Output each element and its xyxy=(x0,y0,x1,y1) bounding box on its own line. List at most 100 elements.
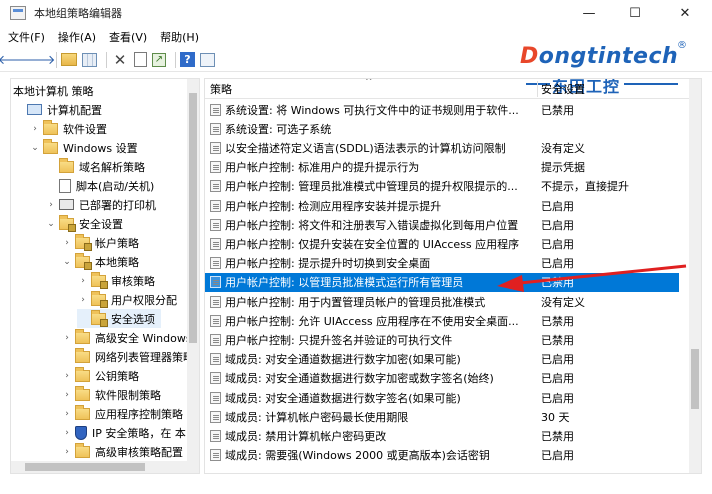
help-icon[interactable]: ? xyxy=(180,52,195,67)
policy-name: 域成员: 对安全通道数据进行数字加密(如果可能) xyxy=(225,353,461,367)
policy-setting: 已禁用 xyxy=(541,103,574,117)
list-vertical-scrollbar[interactable] xyxy=(689,79,701,473)
tree-item[interactable]: › IP 安全策略，在 本 xyxy=(61,423,186,442)
chevron-down-icon[interactable]: ⌄ xyxy=(29,143,41,153)
chevron-right-icon[interactable]: › xyxy=(61,447,73,457)
policy-row[interactable]: 域成员: 计算机帐户密码最长使用期限 30 天 xyxy=(205,407,679,426)
chevron-down-icon[interactable]: ⌄ xyxy=(45,219,57,229)
chevron-right-icon[interactable]: › xyxy=(61,333,73,343)
column-header-policy[interactable]: 策略 xyxy=(210,81,232,97)
tree-item-label: 审核策略 xyxy=(111,274,155,288)
tree-scroll-thumb[interactable] xyxy=(189,93,197,343)
view-icon[interactable] xyxy=(200,52,215,67)
tree-item[interactable]: › 用户权限分配 xyxy=(77,290,177,309)
list-scroll-thumb[interactable] xyxy=(691,349,699,409)
toolbar-separator xyxy=(56,51,57,68)
policy-row[interactable]: 系统设置: 将 Windows 可执行文件中的证书规则用于软件... 已禁用 xyxy=(205,100,679,119)
export-list-icon[interactable]: ↗ xyxy=(152,52,166,67)
tree-item-label: 高级安全 Windows xyxy=(95,331,192,345)
chevron-right-icon[interactable]: › xyxy=(61,428,73,438)
delete-icon[interactable]: ✕ xyxy=(111,51,129,69)
chevron-right-icon[interactable]: › xyxy=(61,390,73,400)
policy-setting: 已启用 xyxy=(541,237,574,251)
chevron-right-icon[interactable]: › xyxy=(77,276,89,286)
tree-horizontal-scrollbar[interactable] xyxy=(11,461,199,473)
chevron-right-icon[interactable]: › xyxy=(61,409,73,419)
up-folder-icon[interactable] xyxy=(61,53,77,66)
forward-arrow-icon[interactable]: 🡒 xyxy=(21,51,56,69)
policy-row-selected[interactable]: 用户帐户控制: 以管理员批准模式运行所有管理员 已禁用 xyxy=(205,272,679,292)
console-tree: 本地计算机 策略 计算机配置 › 软件设置 ⌄ Windows 设置 域名解析策略 脚本(启动… xyxy=(10,78,200,474)
tree-item-label: 公钥策略 xyxy=(95,369,139,383)
menu-view[interactable]: 查看(V) xyxy=(109,29,147,45)
menu-help[interactable]: 帮助(H) xyxy=(160,29,199,45)
policy-name: 用户帐户控制: 以管理员批准模式运行所有管理员 xyxy=(225,276,464,290)
chevron-right-icon[interactable]: › xyxy=(77,295,89,305)
policy-setting: 已启用 xyxy=(541,353,574,367)
maximize-button[interactable]: ☐ xyxy=(612,0,658,26)
policy-row[interactable]: 系统设置: 可选子系统 xyxy=(205,119,679,138)
policy-name: 域成员: 对安全通道数据进行数字签名(如果可能) xyxy=(225,391,461,405)
tree-item[interactable]: › 公钥策略 xyxy=(61,366,139,385)
tree-item[interactable]: › 高级审核策略配置 xyxy=(61,442,183,461)
chevron-right-icon[interactable]: › xyxy=(61,371,73,381)
tree-item[interactable]: 安全选项 xyxy=(77,309,161,328)
policy-row[interactable]: 以安全描述符定义语言(SDDL)语法表示的计算机访问限制 没有定义 xyxy=(205,138,679,157)
policy-row[interactable]: 域成员: 对安全通道数据进行数字加密(如果可能) 已启用 xyxy=(205,350,679,369)
chevron-right-icon[interactable]: › xyxy=(29,124,41,134)
policy-name: 用户帐户控制: 只提升签名并验证的可执行文件 xyxy=(225,333,453,347)
policy-row[interactable]: 用户帐户控制: 仅提升安装在安全位置的 UIAccess 应用程序 已启用 xyxy=(205,234,679,253)
properties-icon[interactable] xyxy=(134,52,147,67)
tree-item[interactable]: › 软件设置 xyxy=(29,119,107,138)
tree-item[interactable]: 网络列表管理器策略 xyxy=(61,347,194,366)
tree-item[interactable]: ⌄ Windows 设置 xyxy=(29,138,138,157)
policy-row[interactable]: 用户帐户控制: 允许 UIAccess 应用程序在不使用安全桌面... 已禁用 xyxy=(205,311,679,330)
tree-item[interactable]: 域名解析策略 xyxy=(45,157,145,176)
policy-row[interactable]: 用户帐户控制: 管理员批准模式中管理员的提升权限提示的... 不提示，直接提升 xyxy=(205,177,679,196)
policy-setting: 30 天 xyxy=(541,410,570,424)
column-divider[interactable] xyxy=(537,81,538,97)
tree-item[interactable]: 本地计算机 策略 xyxy=(13,81,94,100)
tree-item[interactable]: › 帐户策略 xyxy=(61,233,139,252)
policy-icon xyxy=(210,449,221,462)
menu-action[interactable]: 操作(A) xyxy=(58,29,96,45)
policy-name: 系统设置: 将 Windows 可执行文件中的证书规则用于软件... xyxy=(225,103,519,117)
tree-item[interactable]: › 已部署的打印机 xyxy=(45,195,156,214)
tree-item[interactable]: ⌄ 本地策略 xyxy=(61,252,139,271)
tree-item[interactable]: › 软件限制策略 xyxy=(61,385,161,404)
column-header-setting[interactable]: 安全设置 xyxy=(541,81,585,97)
policy-row[interactable]: 域成员: 对安全通道数据进行数字加密或数字签名(始终) 已启用 xyxy=(205,369,679,388)
close-button[interactable]: ✕ xyxy=(662,0,708,26)
tree-vertical-scrollbar[interactable] xyxy=(187,79,199,461)
menu-file[interactable]: 文件(F) xyxy=(8,29,45,45)
policy-row[interactable]: 用户帐户控制: 标准用户的提升提示行为 提示凭据 xyxy=(205,158,679,177)
policy-row[interactable]: 域成员: 禁用计算机帐户密码更改 已禁用 xyxy=(205,426,679,445)
policy-setting: 没有定义 xyxy=(541,295,585,309)
chevron-right-icon[interactable]: › xyxy=(45,200,57,210)
tree-item[interactable]: 脚本(启动/关机) xyxy=(45,176,154,195)
show-hide-tree-icon[interactable] xyxy=(82,52,97,67)
tree-item[interactable]: 计算机配置 xyxy=(13,100,102,119)
chevron-down-icon[interactable]: ⌄ xyxy=(61,257,73,267)
policy-icon xyxy=(210,122,221,135)
policy-icon xyxy=(210,218,221,231)
policy-row[interactable]: 用户帐户控制: 只提升签名并验证的可执行文件 已禁用 xyxy=(205,330,679,349)
policy-row[interactable]: 用户帐户控制: 检测应用程序安装并提示提升 已启用 xyxy=(205,196,679,215)
policy-row[interactable]: 用户帐户控制: 将文件和注册表写入错误虚拟化到每用户位置 已启用 xyxy=(205,215,679,234)
tree-item[interactable]: › 应用程序控制策略 xyxy=(61,404,183,423)
minimize-button[interactable]: — xyxy=(566,0,612,26)
tree-item[interactable]: › 审核策略 xyxy=(77,271,155,290)
policy-row[interactable]: 用户帐户控制: 提示提升时切换到安全桌面 已启用 xyxy=(205,254,679,273)
chevron-right-icon[interactable]: › xyxy=(61,238,73,248)
policy-row[interactable]: 用户帐户控制: 用于内置管理员帐户的管理员批准模式 没有定义 xyxy=(205,292,679,311)
tree-hscroll-thumb[interactable] xyxy=(25,463,145,471)
policy-row[interactable]: 域成员: 对安全通道数据进行数字签名(如果可能) 已启用 xyxy=(205,388,679,407)
security-folder-icon xyxy=(91,290,108,308)
policy-icon xyxy=(210,103,221,116)
policy-name: 用户帐户控制: 标准用户的提升提示行为 xyxy=(225,161,420,175)
policy-row[interactable]: 域成员: 需要强(Windows 2000 或更高版本)会话密钥 已启用 xyxy=(205,446,679,465)
tree-item[interactable]: › 高级安全 Windows xyxy=(61,328,192,347)
folder-icon xyxy=(75,328,90,344)
folder-icon xyxy=(75,385,90,401)
tree-item[interactable]: ⌄ 安全设置 xyxy=(45,214,123,233)
